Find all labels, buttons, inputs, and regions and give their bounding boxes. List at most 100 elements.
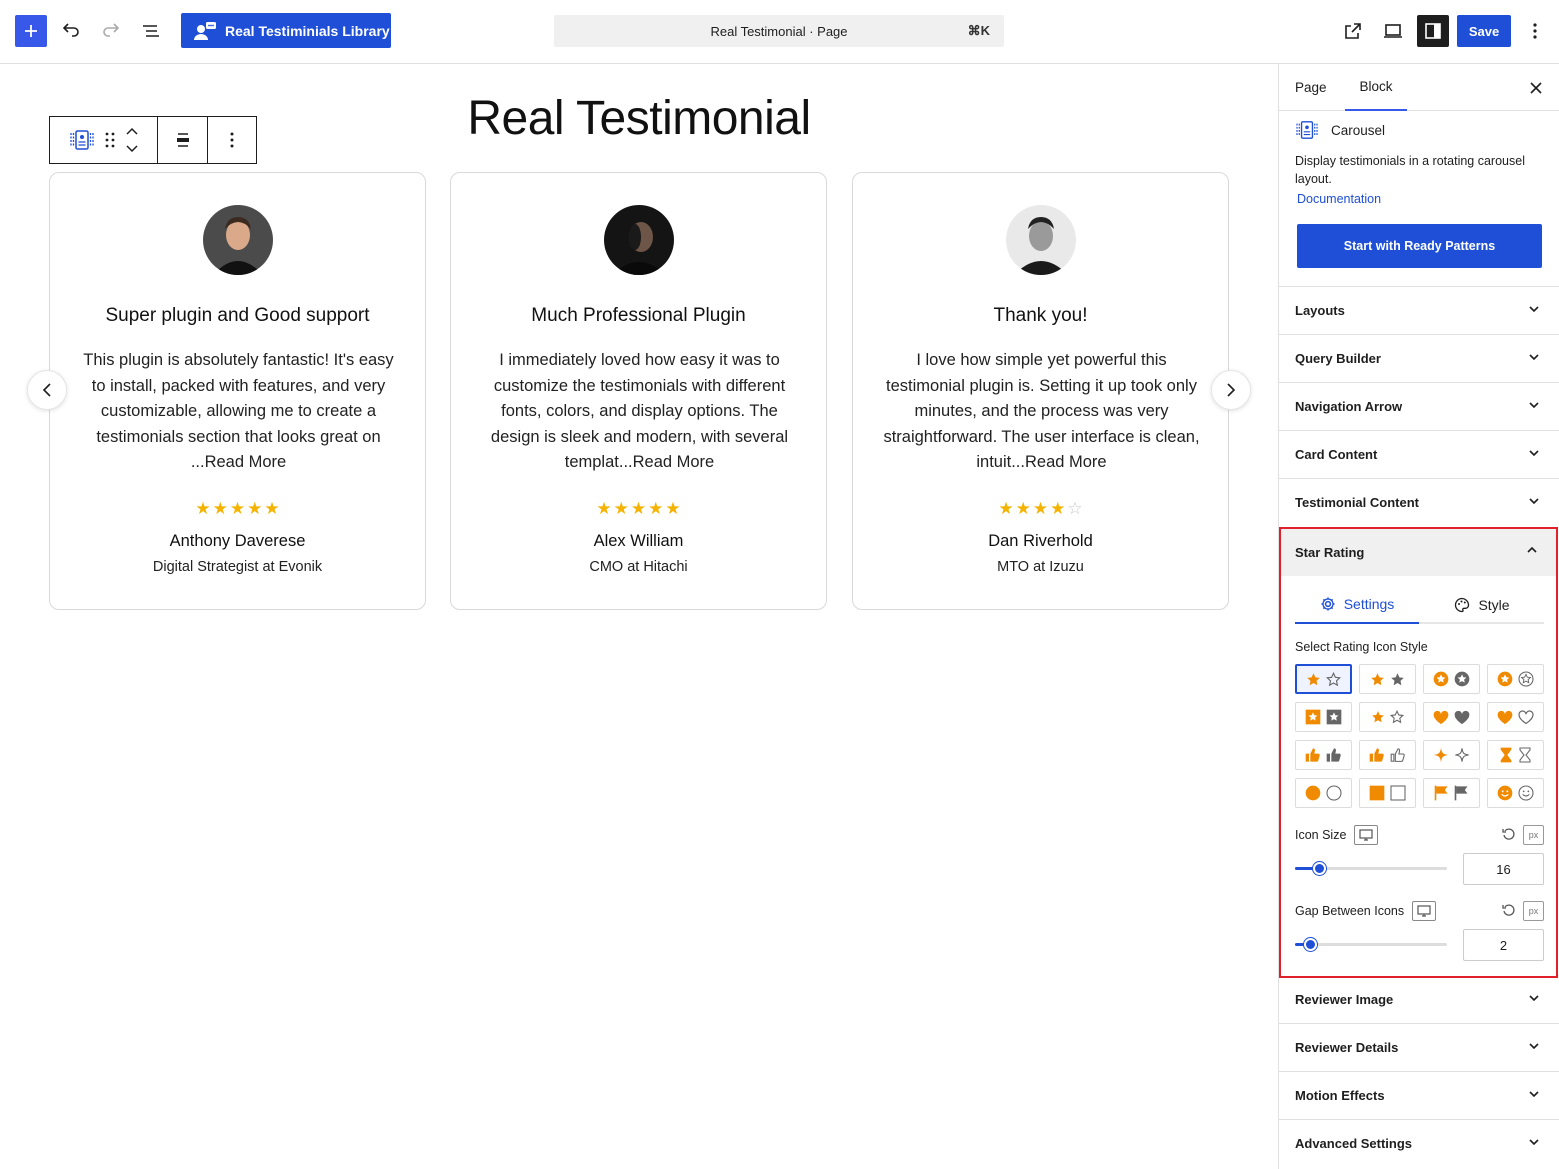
panel-advanced-settings[interactable]: Advanced Settings xyxy=(1279,1119,1559,1167)
star-outline-icon xyxy=(1326,671,1341,686)
testimonial-card[interactable]: Much Professional Plugin I immediately l… xyxy=(450,172,827,610)
icon-style-star-square[interactable] xyxy=(1295,702,1352,732)
star-filled-icon: ★ xyxy=(613,499,629,518)
document-overview-button[interactable] xyxy=(135,15,167,47)
move-up-down-icon[interactable] xyxy=(125,126,139,154)
star-rating-tabs: Settings Style xyxy=(1295,586,1544,624)
responsive-device-button[interactable] xyxy=(1412,901,1437,921)
icon-style-thumbs-solid[interactable] xyxy=(1295,740,1352,770)
align-button[interactable] xyxy=(158,117,208,163)
icon-style-heart-solid[interactable] xyxy=(1423,702,1480,732)
icon-size-input[interactable]: 16 xyxy=(1463,853,1544,885)
star-rating: ★ ★ ★ ★ ★ xyxy=(50,500,425,517)
tab-settings[interactable]: Settings xyxy=(1295,586,1419,624)
star-filled-icon: ★ xyxy=(1032,499,1049,518)
icon-style-label: Select Rating Icon Style xyxy=(1295,640,1428,654)
icon-style-star-small-outline[interactable] xyxy=(1359,702,1416,732)
view-page-button[interactable] xyxy=(1337,15,1369,47)
star-solid-icon xyxy=(1372,711,1384,723)
carousel-block-icon[interactable] xyxy=(69,129,95,151)
icon-style-star-circle-outline[interactable] xyxy=(1487,664,1544,694)
tab-block[interactable]: Block xyxy=(1345,64,1407,111)
sidebar-icon xyxy=(1425,23,1441,39)
save-button[interactable]: Save xyxy=(1457,15,1511,47)
redo-button[interactable] xyxy=(95,15,127,47)
heart-solid-icon xyxy=(1433,710,1449,724)
icon-style-star-solid-solid[interactable] xyxy=(1359,664,1416,694)
panel-testimonial-content[interactable]: Testimonial Content xyxy=(1279,478,1559,526)
close-sidebar-button[interactable] xyxy=(1524,76,1548,100)
testimonials-library-button[interactable]: Real Testiminials Library xyxy=(181,13,391,48)
square-solid-icon xyxy=(1369,785,1385,801)
sparkle-outline-icon xyxy=(1455,748,1469,762)
undo-button[interactable] xyxy=(55,15,87,47)
chevron-down-icon xyxy=(1529,995,1539,1002)
panel-title: Navigation Arrow xyxy=(1295,399,1403,414)
star-filled-icon: ★ xyxy=(665,499,681,518)
icon-style-sparkle[interactable] xyxy=(1423,740,1480,770)
add-block-button[interactable] xyxy=(15,15,47,47)
slider-thumb[interactable] xyxy=(1313,862,1327,875)
gap-slider[interactable] xyxy=(1295,938,1447,951)
carousel-block-icon xyxy=(1296,121,1318,139)
icon-style-flag[interactable] xyxy=(1423,778,1480,808)
icon-style-heart-outline[interactable] xyxy=(1487,702,1544,732)
reset-icon[interactable] xyxy=(1502,903,1516,917)
square-outline-icon xyxy=(1390,785,1406,801)
tab-page[interactable]: Page xyxy=(1295,64,1331,111)
documentation-link[interactable]: Documentation xyxy=(1295,192,1545,206)
star-rating: ★ ★ ★ ★ ★ xyxy=(451,500,826,517)
star-empty-icon: ☆ xyxy=(1067,499,1083,518)
drag-handle-icon[interactable] xyxy=(105,132,115,148)
icon-style-hourglass[interactable] xyxy=(1487,740,1544,770)
panel-layouts[interactable]: Layouts xyxy=(1279,286,1559,334)
library-button-label: Real Testiminials Library xyxy=(225,22,390,39)
block-card: Carousel Display testimonials in a rotat… xyxy=(1295,118,1545,206)
command-palette-bar[interactable]: Real Testimonial · Page ⌘K xyxy=(554,15,1004,47)
icon-style-star-circle[interactable] xyxy=(1423,664,1480,694)
settings-sidebar-toggle[interactable] xyxy=(1417,15,1449,47)
reset-icon[interactable] xyxy=(1502,827,1516,841)
heart-outline-icon xyxy=(1518,709,1534,724)
hourglass-outline-icon xyxy=(1519,747,1531,763)
testimonial-card[interactable]: Super plugin and Good support This plugi… xyxy=(49,172,426,610)
gap-input[interactable]: 2 xyxy=(1463,929,1544,961)
block-options-button[interactable] xyxy=(208,117,256,163)
star-filled-icon: ★ xyxy=(212,499,228,518)
ready-patterns-button[interactable]: Start with Ready Patterns xyxy=(1297,224,1542,268)
slider-thumb[interactable] xyxy=(1304,938,1318,951)
icon-style-star-solid-outline[interactable] xyxy=(1295,664,1352,694)
panel-card-content[interactable]: Card Content xyxy=(1279,430,1559,478)
carousel-next-arrow[interactable] xyxy=(1211,370,1251,410)
thumbs-up-outline-icon xyxy=(1390,748,1405,762)
list-view-icon xyxy=(143,25,159,37)
heart-solid-icon xyxy=(1497,710,1513,724)
smiley-icon xyxy=(1497,785,1513,801)
star-circle-icon xyxy=(1497,671,1513,687)
tab-style[interactable]: Style xyxy=(1420,586,1544,624)
star-circle-icon xyxy=(1433,671,1449,687)
reviewer-avatar xyxy=(1006,205,1076,275)
unit-selector[interactable]: px xyxy=(1523,825,1544,845)
align-center-icon xyxy=(176,133,189,147)
options-menu-button[interactable] xyxy=(1519,15,1551,47)
icon-style-thumbs-outline[interactable] xyxy=(1359,740,1416,770)
icon-style-square[interactable] xyxy=(1359,778,1416,808)
panel-query-builder[interactable]: Query Builder xyxy=(1279,334,1559,382)
testimonial-card[interactable]: Thank you! I love how simple yet powerfu… xyxy=(852,172,1229,610)
star-rating-panel-header[interactable]: Star Rating xyxy=(1281,529,1556,576)
panel-reviewer-image[interactable]: Reviewer Image xyxy=(1279,975,1559,1023)
responsive-device-button[interactable] xyxy=(1354,825,1379,845)
panel-reviewer-details[interactable]: Reviewer Details xyxy=(1279,1023,1559,1071)
icon-style-smiley[interactable] xyxy=(1487,778,1544,808)
more-vertical-icon xyxy=(1533,23,1537,39)
panel-motion-effects[interactable]: Motion Effects xyxy=(1279,1071,1559,1119)
panel-navigation-arrow[interactable]: Navigation Arrow xyxy=(1279,382,1559,430)
icon-style-circle[interactable] xyxy=(1295,778,1352,808)
icon-size-slider[interactable] xyxy=(1295,862,1447,875)
device-preview-button[interactable] xyxy=(1377,15,1409,47)
unit-selector[interactable]: px xyxy=(1523,901,1544,921)
plus-icon xyxy=(25,25,37,37)
panel-title: Reviewer Details xyxy=(1295,1040,1399,1055)
carousel-prev-arrow[interactable] xyxy=(27,370,67,410)
